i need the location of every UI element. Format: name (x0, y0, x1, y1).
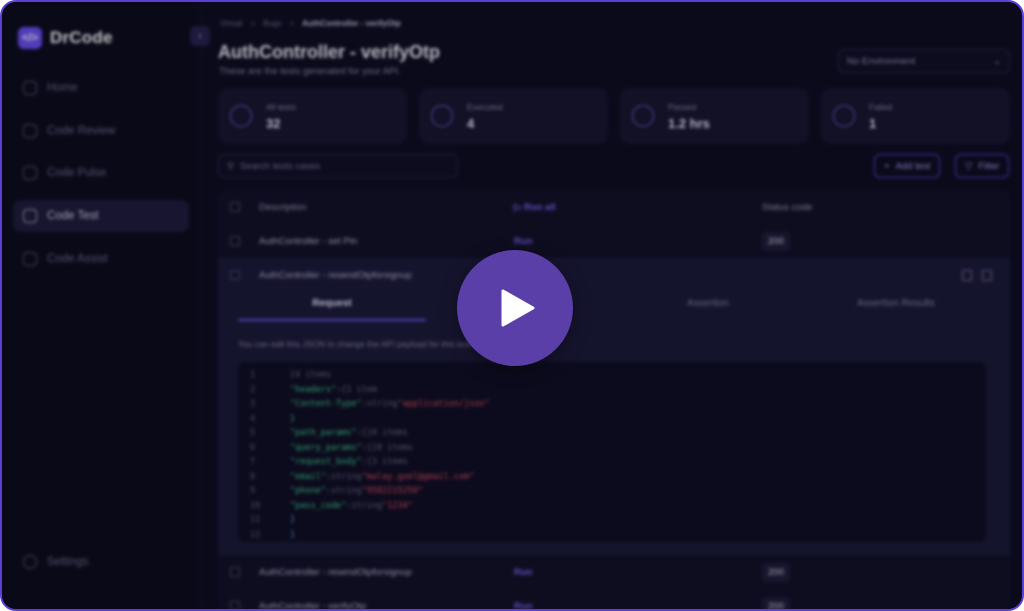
play-icon (501, 289, 535, 327)
video-thumbnail: </> DrCode Home Code Review Code Pulse C… (0, 0, 1024, 611)
play-button[interactable] (457, 250, 573, 366)
